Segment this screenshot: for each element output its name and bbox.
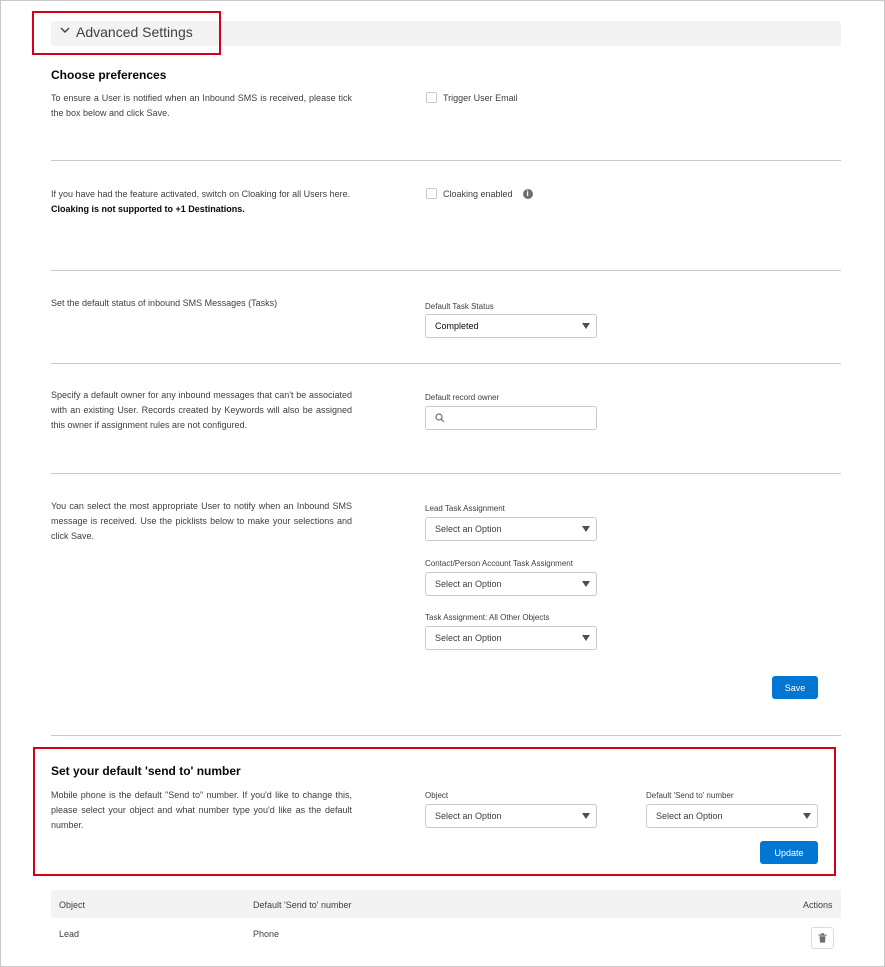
object-value: Select an Option bbox=[435, 811, 502, 821]
assignment-description: You can select the most appropriate User… bbox=[51, 501, 352, 541]
save-button[interactable]: Save bbox=[772, 676, 818, 699]
cloaking-label: Cloaking enabled bbox=[443, 188, 513, 199]
caret-down-icon bbox=[582, 813, 590, 819]
task-status-description: Set the default status of inbound SMS Me… bbox=[51, 298, 278, 308]
column-header-actions: Actions bbox=[803, 900, 833, 910]
info-icon[interactable]: i bbox=[522, 188, 533, 199]
cloaking-row[interactable]: Cloaking enabled i bbox=[426, 188, 533, 199]
divider bbox=[51, 735, 841, 736]
lead-assignment-value: Select an Option bbox=[435, 524, 502, 534]
table-header bbox=[51, 890, 841, 918]
cloaking-checkbox[interactable] bbox=[426, 188, 437, 199]
caret-down-icon bbox=[803, 813, 811, 819]
caret-down-icon bbox=[582, 323, 590, 329]
column-header-number: Default 'Send to' number bbox=[253, 900, 352, 910]
owner-description: Specify a default owner for any inbound … bbox=[51, 390, 352, 430]
divider bbox=[51, 363, 841, 364]
contact-assignment-label: Contact/Person Account Task Assignment bbox=[425, 559, 573, 568]
cloaking-description: If you have had the feature activated, s… bbox=[51, 187, 352, 217]
cloaking-description-text: If you have had the feature activated, s… bbox=[51, 189, 351, 199]
update-button[interactable]: Update bbox=[760, 841, 818, 864]
divider bbox=[51, 270, 841, 271]
caret-down-icon bbox=[582, 526, 590, 532]
owner-label: Default record owner bbox=[425, 393, 500, 402]
other-assignment-label: Task Assignment: All Other Objects bbox=[425, 613, 550, 622]
contact-assignment-value: Select an Option bbox=[435, 579, 502, 589]
trigger-user-email-row[interactable]: Trigger User Email bbox=[426, 92, 518, 103]
row-object-cell: Lead bbox=[59, 929, 80, 939]
other-assignment-value: Select an Option bbox=[435, 633, 502, 643]
other-assignment-select[interactable]: Select an Option bbox=[425, 626, 597, 650]
divider bbox=[51, 473, 841, 474]
lead-assignment-select[interactable]: Select an Option bbox=[425, 517, 597, 541]
caret-down-icon bbox=[582, 635, 590, 641]
preferences-title: Choose preferences bbox=[51, 68, 167, 82]
object-label: Object bbox=[425, 791, 449, 800]
highlight-box-advanced bbox=[32, 11, 221, 55]
row-number-cell: Phone bbox=[253, 929, 280, 939]
divider bbox=[51, 160, 841, 161]
column-header-object: Object bbox=[59, 900, 86, 910]
search-icon bbox=[435, 413, 445, 423]
trigger-user-email-checkbox[interactable] bbox=[426, 92, 437, 103]
owner-search-input[interactable] bbox=[425, 406, 597, 430]
send-to-number-value: Select an Option bbox=[656, 811, 723, 821]
trigger-user-email-label: Trigger User Email bbox=[443, 92, 518, 103]
trigger-description: To ensure a User is notified when an Inb… bbox=[51, 93, 352, 118]
task-status-value: Completed bbox=[435, 321, 479, 331]
task-status-label: Default Task Status bbox=[425, 302, 494, 311]
trash-icon bbox=[818, 933, 827, 943]
task-status-select[interactable]: Completed bbox=[425, 314, 597, 338]
send-to-number-select[interactable]: Select an Option bbox=[646, 804, 818, 828]
cloaking-note: Cloaking is not supported to +1 Destinat… bbox=[51, 204, 245, 214]
send-to-number-label: Default 'Send to' number bbox=[646, 791, 734, 800]
delete-row-button[interactable] bbox=[811, 927, 834, 949]
send-to-description: Mobile phone is the default "Send to" nu… bbox=[51, 790, 352, 830]
caret-down-icon bbox=[582, 581, 590, 587]
lead-assignment-label: Lead Task Assignment bbox=[425, 504, 505, 513]
contact-assignment-select[interactable]: Select an Option bbox=[425, 572, 597, 596]
object-select[interactable]: Select an Option bbox=[425, 804, 597, 828]
send-to-title: Set your default 'send to' number bbox=[51, 764, 241, 778]
